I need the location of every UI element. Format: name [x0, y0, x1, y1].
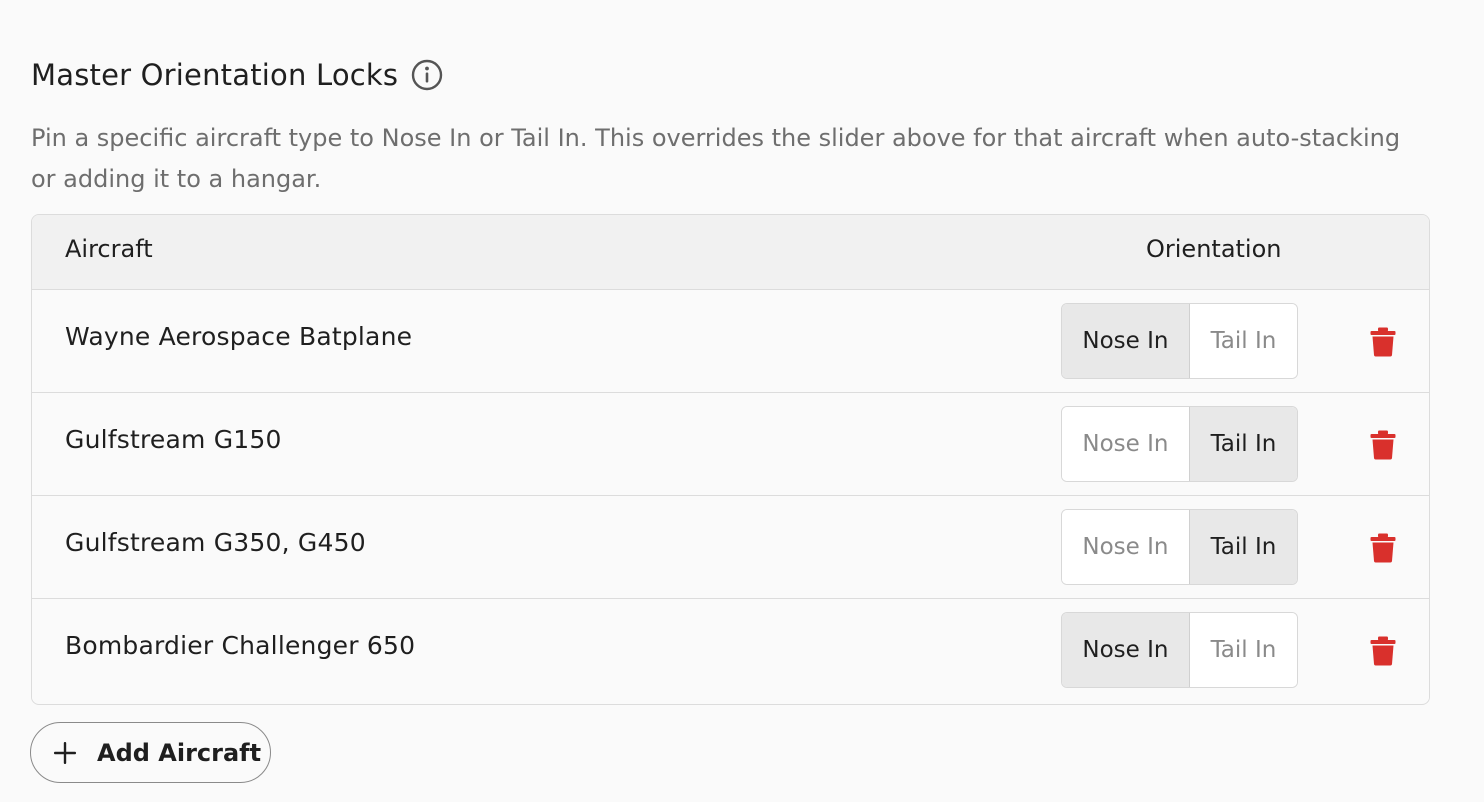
- table-row: Gulfstream G350, G450 Nose In Tail In: [32, 496, 1429, 599]
- orientation-toggle: Nose In Tail In: [1061, 509, 1298, 585]
- nose-in-option[interactable]: Nose In: [1062, 407, 1190, 481]
- trash-icon[interactable]: [1370, 636, 1396, 666]
- section-description: Pin a specific aircraft type to Nose In …: [31, 124, 1401, 193]
- column-header-orientation: Orientation: [1146, 235, 1282, 263]
- orientation-toggle: Nose In Tail In: [1061, 612, 1298, 688]
- add-aircraft-label: Add Aircraft: [97, 738, 262, 767]
- info-circle-icon[interactable]: [411, 59, 443, 91]
- trash-icon[interactable]: [1370, 430, 1396, 460]
- table-header: Aircraft Orientation: [32, 215, 1429, 290]
- tail-in-option[interactable]: Tail In: [1189, 510, 1297, 584]
- table-row: Gulfstream G150 Nose In Tail In: [32, 393, 1429, 496]
- orientation-locks-panel: Master Orientation Locks Pin a specific …: [0, 0, 1484, 802]
- nose-in-option[interactable]: Nose In: [1062, 304, 1190, 378]
- add-aircraft-button[interactable]: Add Aircraft: [30, 722, 271, 783]
- aircraft-name: Wayne Aerospace Batplane: [65, 322, 413, 351]
- nose-in-option[interactable]: Nose In: [1062, 510, 1190, 584]
- orientation-toggle: Nose In Tail In: [1061, 406, 1298, 482]
- trash-icon[interactable]: [1370, 327, 1396, 357]
- table-row: Bombardier Challenger 650 Nose In Tail I…: [32, 599, 1429, 701]
- aircraft-name: Bombardier Challenger 650: [65, 631, 416, 660]
- section-header: Master Orientation Locks: [31, 55, 443, 95]
- tail-in-option[interactable]: Tail In: [1189, 613, 1297, 687]
- table-row: Wayne Aerospace Batplane Nose In Tail In: [32, 290, 1429, 393]
- column-header-aircraft: Aircraft: [65, 235, 153, 263]
- tail-in-option[interactable]: Tail In: [1189, 407, 1297, 481]
- aircraft-name: Gulfstream G150: [65, 425, 282, 454]
- orientation-locks-table: Aircraft Orientation Wayne Aerospace Bat…: [31, 214, 1430, 705]
- plus-icon: [54, 741, 76, 764]
- aircraft-name: Gulfstream G350, G450: [65, 528, 366, 557]
- trash-icon[interactable]: [1370, 533, 1396, 563]
- orientation-toggle: Nose In Tail In: [1061, 303, 1298, 379]
- section-title: Master Orientation Locks: [31, 58, 399, 92]
- nose-in-option[interactable]: Nose In: [1062, 613, 1190, 687]
- tail-in-option[interactable]: Tail In: [1189, 304, 1297, 378]
